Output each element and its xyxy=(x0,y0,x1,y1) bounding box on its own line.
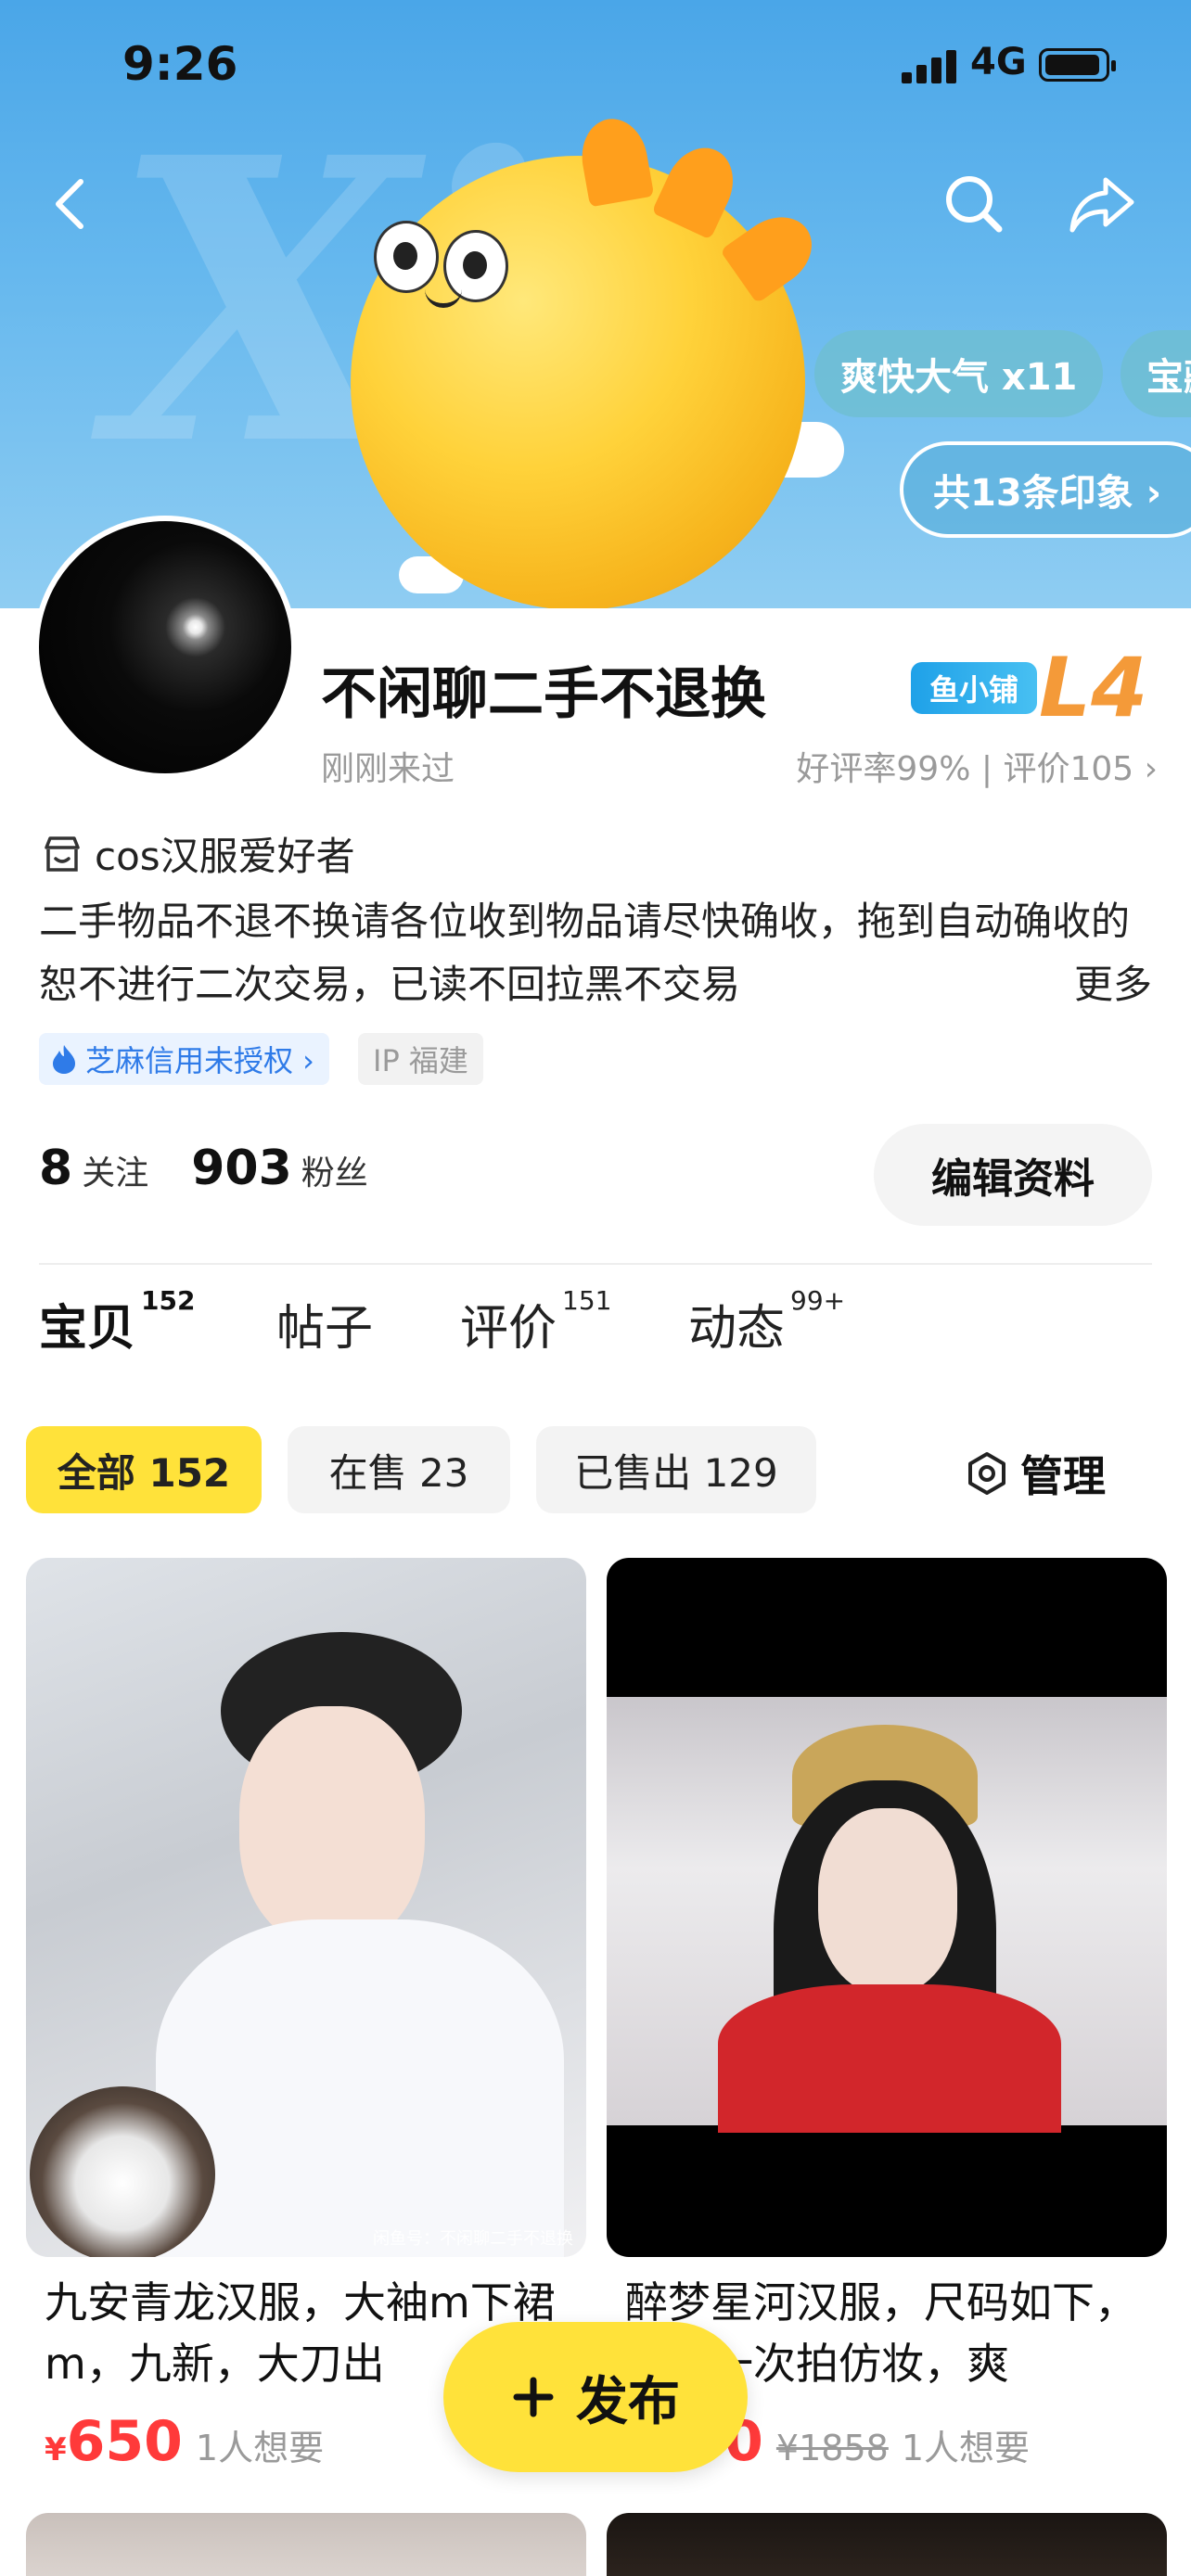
tab-posts[interactable]: 帖子 xyxy=(276,1289,373,1358)
bio-text: 二手物品不退不换请各位收到物品请尽快确收，拖到自动确收的恕不进行二次交易，已读不… xyxy=(39,899,1131,1007)
tab-reviews[interactable]: 评价151 xyxy=(460,1285,611,1358)
publish-button[interactable]: 发布 xyxy=(443,2322,748,2472)
ip-location: IP 福建 xyxy=(358,1033,483,1085)
tab-activity[interactable]: 动态99+ xyxy=(688,1285,845,1358)
divider xyxy=(39,1263,1152,1265)
last-seen: 刚刚来过 xyxy=(321,750,455,788)
robe-shape xyxy=(718,1984,1061,2133)
robe-shape xyxy=(156,1919,564,2257)
price: ¥650 xyxy=(45,2409,183,2474)
face-shape xyxy=(239,1706,425,1947)
credit-label: 芝麻信用未授权 › xyxy=(85,1043,314,1078)
search-button[interactable] xyxy=(937,167,1011,241)
tab-items[interactable]: 宝贝152 xyxy=(35,1285,195,1358)
back-button[interactable] xyxy=(33,167,108,241)
impression-tag[interactable]: 爽快大气 x11 xyxy=(814,330,1104,417)
tagline-text: cos汉服爱好者 xyxy=(95,834,355,879)
battery-icon xyxy=(1039,48,1116,82)
product-image[interactable] xyxy=(607,1558,1167,2257)
status-time: 9:26 xyxy=(122,37,238,91)
followers-label[interactable]: 粉丝 xyxy=(301,1146,368,1194)
followers-count[interactable]: 903 xyxy=(191,1141,292,1196)
share-button[interactable] xyxy=(1065,167,1139,241)
following-count[interactable]: 8 xyxy=(39,1141,72,1196)
manage-button[interactable]: 管理 xyxy=(965,1443,1106,1504)
bio: 二手物品不退不换请各位收到物品请尽快确收，拖到自动确收的恕不进行二次交易，已读不… xyxy=(39,890,1152,1016)
bio-more-link[interactable]: 更多 xyxy=(1055,953,1152,1016)
status-bar: 9:26 4G xyxy=(0,0,1191,130)
tab-label: 宝贝 xyxy=(39,1301,136,1357)
filter-on-sale[interactable]: 在售 23 xyxy=(288,1426,510,1513)
image-watermark: 闲鱼号：不闲聊二手不退换 xyxy=(373,2229,573,2249)
product-card[interactable] xyxy=(607,2513,1167,2576)
impressions-button[interactable]: 共13条印象 › xyxy=(900,441,1191,538)
filter-sold[interactable]: 已售出 129 xyxy=(536,1426,816,1513)
dog-avatar xyxy=(30,2086,215,2257)
flame-icon xyxy=(53,1045,75,1074)
currency: ¥ xyxy=(45,2431,67,2468)
seller-level[interactable]: L4 xyxy=(1039,640,1147,735)
shop-icon xyxy=(45,835,80,872)
publish-label: 发布 xyxy=(576,2371,680,2432)
chevron-left-icon xyxy=(56,179,83,229)
filter-all[interactable]: 全部 152 xyxy=(26,1426,262,1513)
item-filters: 全部 152 在售 23 已售出 129 xyxy=(26,1426,816,1513)
username: 不闲聊二手不退换 xyxy=(321,662,766,727)
tab-label: 帖子 xyxy=(276,1301,374,1357)
following-label[interactable]: 关注 xyxy=(82,1146,148,1194)
edit-profile-button[interactable]: 编辑资料 xyxy=(874,1124,1152,1226)
tab-badge: 152 xyxy=(141,1284,196,1316)
network-type: 4G xyxy=(970,41,1027,83)
mascot-illustration xyxy=(351,113,826,608)
wants-count: 1人想要 xyxy=(901,2428,1030,2468)
avatar[interactable] xyxy=(33,516,297,779)
face-shape xyxy=(818,1808,957,1994)
follow-stats: 8 关注 903 粉丝 xyxy=(39,1141,402,1196)
tab-label: 动态 xyxy=(688,1301,786,1357)
tab-label: 评价 xyxy=(460,1301,557,1357)
price-amount: 650 xyxy=(66,2409,183,2474)
original-price: ¥1858 xyxy=(775,2428,889,2468)
settings-icon xyxy=(968,1452,1005,1495)
signal-icon xyxy=(902,48,957,83)
tab-badge: 151 xyxy=(562,1284,612,1316)
tagline: cos汉服爱好者 xyxy=(41,825,355,882)
plus-icon xyxy=(513,2377,554,2417)
wants-count: 1人想要 xyxy=(195,2428,325,2468)
store-badge[interactable]: 鱼小铺 xyxy=(911,662,1037,714)
product-card[interactable] xyxy=(26,2513,586,2576)
manage-label: 管理 xyxy=(1020,1451,1106,1501)
credit-badge[interactable]: 芝麻信用未授权 › xyxy=(39,1033,329,1085)
tab-badge: 99+ xyxy=(790,1284,846,1316)
search-icon xyxy=(946,176,1003,233)
product-image[interactable]: 闲鱼号：不闲聊二手不退换 xyxy=(26,1558,586,2257)
rating-link[interactable]: 好评率99% | 评价105 › xyxy=(796,742,1158,790)
share-icon xyxy=(1069,177,1134,233)
